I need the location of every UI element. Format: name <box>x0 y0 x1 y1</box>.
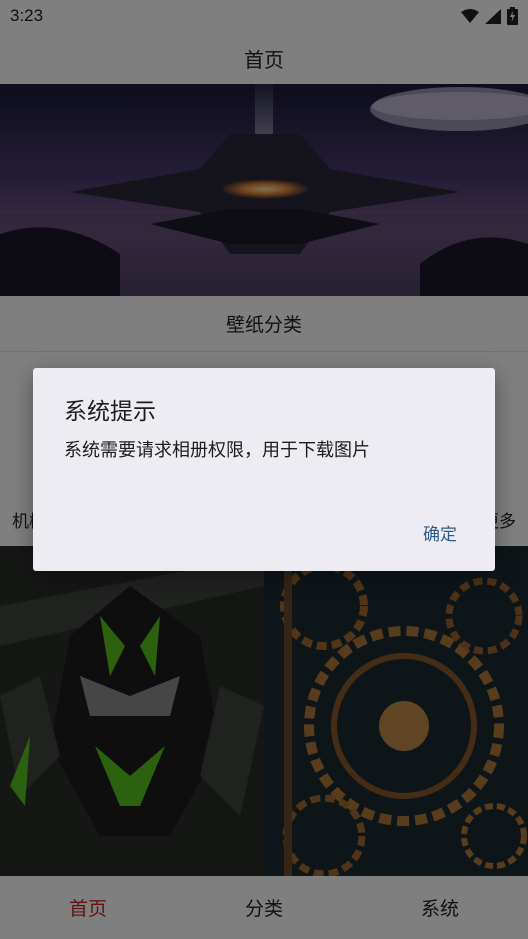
dialog-title: 系统提示 <box>64 399 156 425</box>
confirm-button[interactable]: 确定 <box>423 520 457 545</box>
dialog-message: 系统需要请求相册权限，用于下载图片 <box>64 440 370 461</box>
permission-dialog: 系统提示 系统需要请求相册权限，用于下载图片 确定 <box>33 368 495 571</box>
